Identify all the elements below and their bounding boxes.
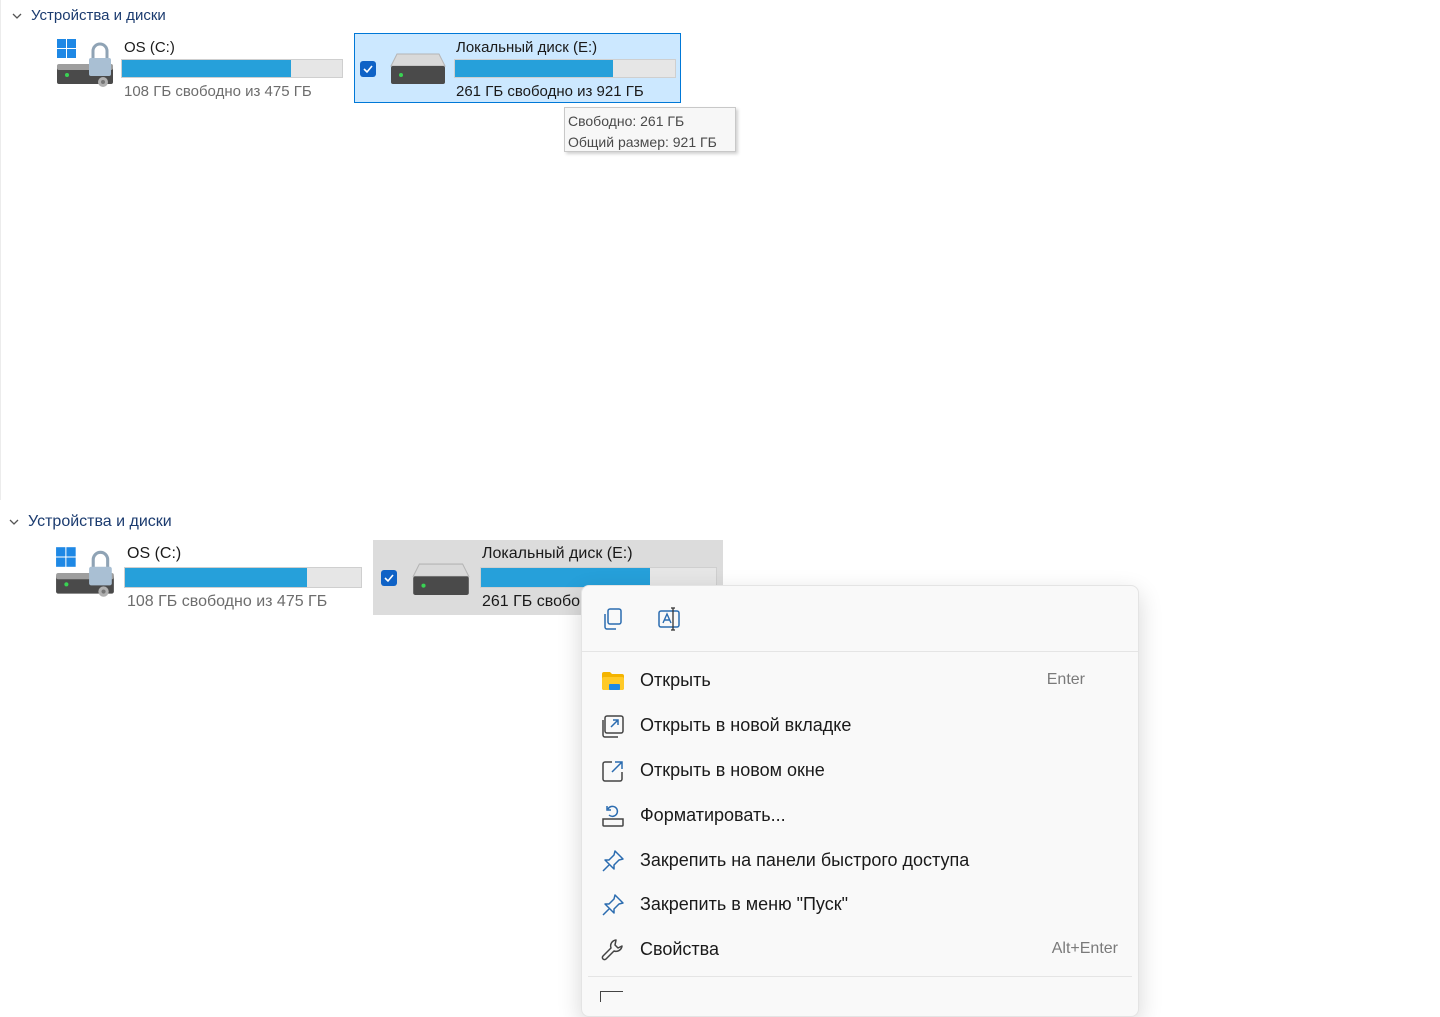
hard-drive-icon — [412, 563, 470, 595]
menu-item-open-new-tab[interactable]: Открыть в новой вкладке — [582, 703, 1138, 747]
section-title: Устройства и диски — [31, 7, 166, 24]
tooltip-total: Общий размер: 921 ГБ — [568, 134, 717, 150]
checkmark-icon — [363, 65, 373, 74]
locked-system-drive-icon — [57, 39, 113, 87]
drive-usage-bar — [121, 59, 343, 78]
menu-item-label: Открыть в новом окне — [640, 759, 825, 780]
locked-system-drive-icon — [56, 547, 114, 597]
section-header-devices[interactable]: Устройства и диски — [11, 7, 166, 24]
menu-item-format[interactable]: Форматировать... — [582, 793, 1138, 837]
hard-drive-icon — [390, 53, 446, 84]
drive-name: Локальный диск (E:) — [482, 545, 633, 562]
drive-tile-c[interactable]: OS (C:) 108 ГБ свободно из 475 ГБ — [55, 34, 347, 102]
menu-separator — [588, 976, 1132, 977]
new-tab-icon — [602, 715, 624, 738]
format-icon — [602, 805, 624, 827]
drive-free-space: 261 ГБ свобо — [482, 593, 581, 610]
copy-button[interactable] — [600, 606, 626, 632]
drive-free-space: 108 ГБ свободно из 475 ГБ — [127, 593, 328, 610]
menu-item-pin-start[interactable]: Закрепить в меню "Пуск" — [582, 882, 1138, 926]
menu-item-label: Форматировать... — [640, 804, 786, 825]
section-header-devices[interactable]: Устройства и диски — [8, 513, 172, 531]
drive-usage-bar — [454, 59, 676, 78]
rename-button[interactable] — [656, 606, 682, 632]
section-title: Устройства и диски — [28, 513, 172, 530]
checkmark-icon — [384, 574, 394, 583]
drive-name: OS (C:) — [127, 545, 182, 562]
new-window-icon — [602, 761, 623, 782]
drive-free-space: 261 ГБ свободно из 921 ГБ — [456, 83, 644, 100]
context-menu: Открыть Enter Открыть в новой вкладке От… — [581, 585, 1139, 1017]
drive-tooltip: Свободно: 261 ГБ Общий размер: 921 ГБ — [564, 107, 736, 152]
chevron-down-icon — [12, 13, 22, 19]
quick-actions-row — [582, 586, 1138, 651]
copy-icon — [604, 608, 622, 630]
menu-item-properties[interactable]: Свойства Alt+Enter — [582, 927, 1138, 971]
menu-item-cut-off[interactable] — [600, 991, 623, 1002]
folder-icon — [602, 672, 624, 690]
menu-item-label: Свойства — [640, 938, 720, 959]
selection-checkbox[interactable] — [381, 570, 397, 586]
drive-usage-bar — [124, 567, 362, 588]
menu-item-open-new-window[interactable]: Открыть в новом окне — [582, 748, 1138, 792]
menu-item-label: Закрепить на панели быстрого доступа — [640, 849, 970, 870]
tooltip-free: Свободно: 261 ГБ — [568, 113, 685, 129]
menu-separator — [582, 651, 1138, 652]
drive-tile-e[interactable]: Локальный диск (E:) 261 ГБ свободно из 9… — [354, 33, 681, 103]
drive-name: Локальный диск (E:) — [456, 39, 598, 56]
menu-item-shortcut: Enter — [1046, 671, 1085, 688]
drive-name: OS (C:) — [124, 39, 175, 56]
menu-item-label: Закрепить в меню "Пуск" — [640, 893, 848, 914]
menu-item-pin-quick-access[interactable]: Закрепить на панели быстрого доступа — [582, 838, 1138, 882]
pin-icon — [602, 894, 624, 916]
drives-panel-top: Устройства и диски OS (C:) 108 ГБ свобод… — [0, 0, 1440, 500]
menu-item-shortcut: Alt+Enter — [1051, 940, 1118, 957]
menu-item-label: Открыть в новой вкладке — [640, 714, 852, 735]
drive-free-space: 108 ГБ свободно из 475 ГБ — [124, 83, 312, 100]
wrench-icon — [601, 939, 623, 961]
drive-tile-c[interactable]: OS (C:) 108 ГБ свободно из 475 ГБ — [54, 540, 366, 614]
pin-icon — [602, 850, 624, 872]
menu-item-open[interactable]: Открыть Enter — [582, 658, 1138, 702]
selection-checkbox[interactable] — [360, 61, 376, 77]
rename-icon — [658, 607, 680, 631]
chevron-down-icon — [9, 519, 19, 525]
menu-item-label: Открыть — [640, 669, 711, 690]
